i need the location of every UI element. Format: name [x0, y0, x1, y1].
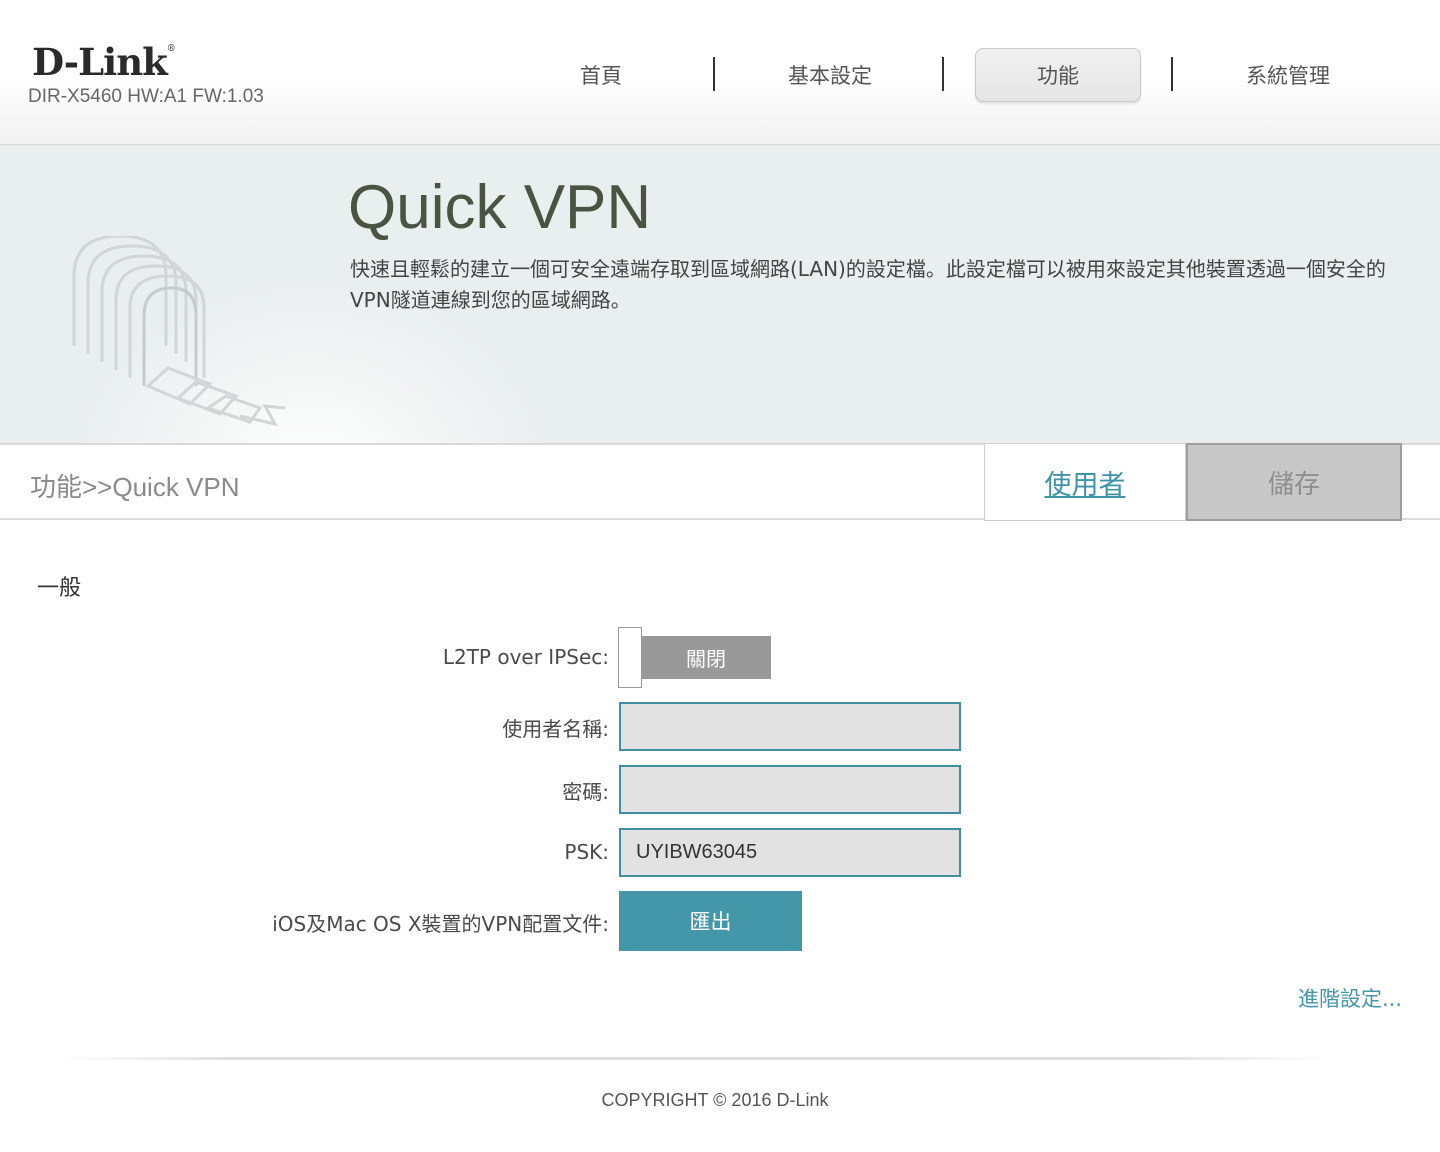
nav-basic-settings[interactable]: 基本設定 [747, 48, 913, 102]
user-tab[interactable]: 使用者 [984, 443, 1186, 521]
copyright: COPYRIGHT © 2016 D-Link [601, 1090, 829, 1110]
dlink-logo[interactable]: D-Link® [32, 40, 176, 84]
action-bar: 功能>>Quick VPN 使用者 儲存 [0, 443, 1440, 521]
toggle-state[interactable]: 關閉 [641, 636, 771, 679]
logo-text: D-Link [32, 40, 168, 84]
breadcrumb: 功能>>Quick VPN [30, 472, 240, 502]
nav-home[interactable]: 首頁 [518, 48, 684, 102]
page-title: Quick VPN [348, 173, 652, 242]
user-link[interactable]: 使用者 [1045, 463, 1126, 502]
section-title-general: 一般 [37, 576, 82, 601]
top-header: D-Link® DIR-X5460 HW:A1 FW:1.03 首頁 基本設定 … [0, 0, 1440, 145]
page-banner: Quick VPN 快速且輕鬆的建立一個可安全遠端存取到區域網路(LAN)的設定… [0, 146, 1440, 443]
vpn-profile-label: iOS及Mac OS X裝置的VPN配置文件: [272, 912, 609, 936]
l2tp-label: L2TP over IPSec: [442, 645, 609, 669]
username-field[interactable] [619, 702, 961, 751]
l2tp-toggle[interactable]: 關閉 [618, 627, 772, 688]
nav-separator [1171, 57, 1173, 91]
nav-separator [713, 57, 715, 91]
nav-separator [942, 57, 944, 91]
footer-divider [60, 1057, 1330, 1060]
model-info: DIR-X5460 HW:A1 FW:1.03 [28, 86, 264, 107]
vpn-tunnel-icon [72, 236, 286, 426]
password-field[interactable] [619, 765, 961, 814]
password-label: 密碼: [562, 780, 609, 804]
username-label: 使用者名稱: [502, 717, 609, 741]
nav-system-management[interactable]: 系統管理 [1205, 48, 1371, 102]
advanced-settings-link[interactable]: 進階設定... [1298, 983, 1402, 1013]
psk-field[interactable]: UYIBW63045 [619, 828, 961, 877]
registered-mark: ® [166, 44, 176, 54]
save-button[interactable]: 儲存 [1186, 443, 1402, 521]
toggle-knob[interactable] [618, 627, 642, 688]
page-description: 快速且輕鬆的建立一個可安全遠端存取到區域網路(LAN)的設定檔。此設定檔可以被用… [350, 257, 1386, 312]
psk-label: PSK: [564, 840, 609, 864]
export-button[interactable]: 匯出 [619, 891, 802, 951]
nav-features[interactable]: 功能 [975, 48, 1141, 102]
